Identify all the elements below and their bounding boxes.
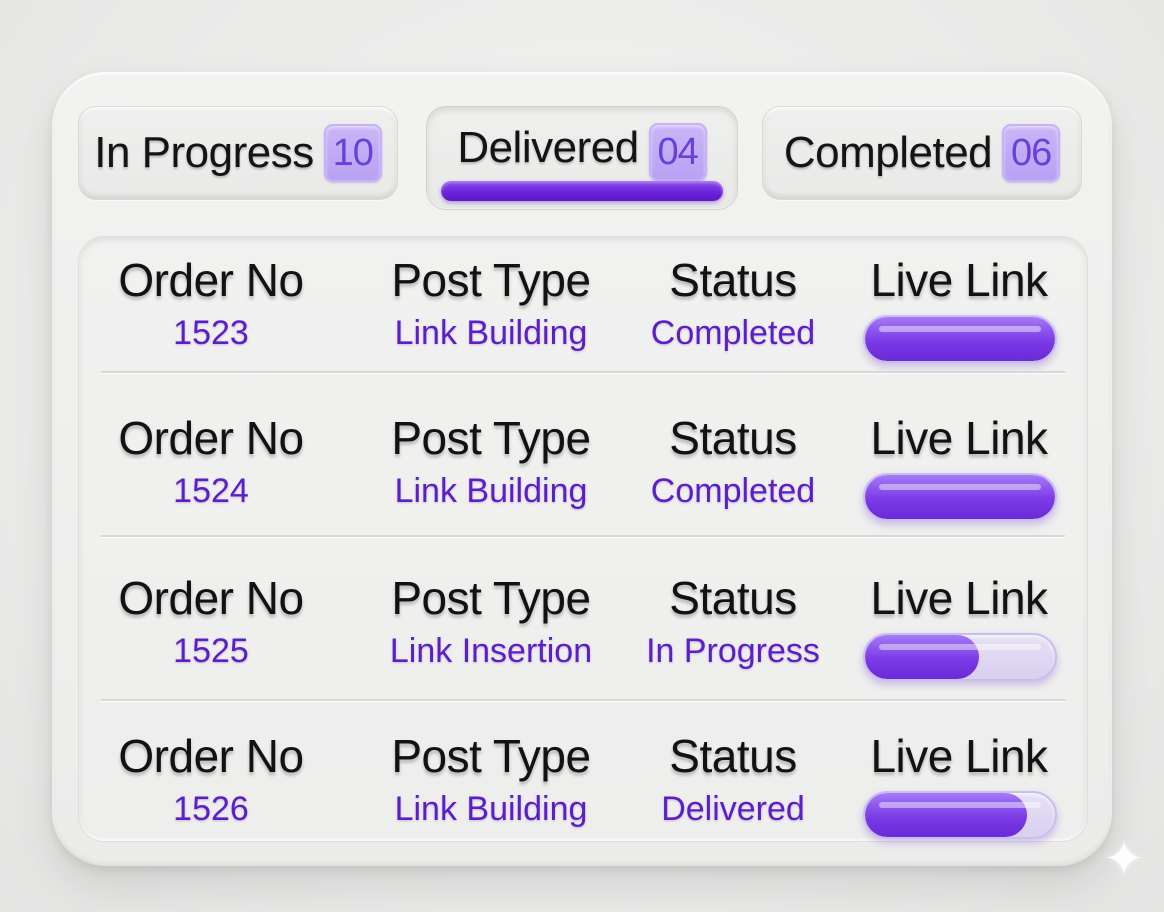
live-link-fill	[865, 317, 1055, 361]
tab-label: Completed	[783, 128, 993, 177]
live-link-cell: Live Link	[829, 249, 1089, 311]
column-header-status: Status	[669, 412, 797, 464]
column-header-order-no: Order No	[118, 730, 304, 782]
tab-label: Delivered	[457, 123, 639, 172]
column-header-order-no: Order No	[118, 254, 304, 306]
post-type-cell: Post Type Link Insertion	[361, 567, 621, 673]
post-type-value: Link Building	[394, 472, 588, 510]
post-type-cell: Post Type Link Building	[361, 407, 621, 513]
status-cell: Status Completed	[603, 249, 863, 355]
order-number: 1523	[173, 314, 249, 352]
column-header-post-type: Post Type	[391, 730, 591, 782]
column-header-post-type: Post Type	[391, 572, 591, 624]
row-divider	[101, 535, 1065, 537]
column-header-live-link: Live Link	[870, 254, 1048, 306]
post-type-value: Link Insertion	[389, 632, 593, 670]
post-type-value: Link Building	[394, 314, 588, 352]
live-link-cell: Live Link	[829, 725, 1089, 787]
post-type-value: Link Building	[394, 790, 588, 828]
post-type-cell: Post Type Link Building	[361, 725, 621, 831]
live-link-toggle[interactable]	[863, 633, 1057, 681]
row-divider	[101, 699, 1065, 701]
column-header-status: Status	[669, 254, 797, 306]
live-link-fill	[865, 475, 1055, 519]
live-link-cell: Live Link	[829, 407, 1089, 469]
status-value: Completed	[650, 314, 816, 352]
active-tab-indicator	[441, 181, 723, 201]
order-number: 1524	[173, 472, 249, 510]
live-link-toggle[interactable]	[863, 473, 1057, 521]
order-number: 1525	[173, 632, 249, 670]
status-cell: Status In Progress	[603, 567, 863, 673]
tab-completed[interactable]: Completed 06	[762, 106, 1082, 200]
live-link-shine	[879, 802, 1041, 808]
table-row: Order No 1523 Post Type Link Building St…	[79, 237, 1087, 387]
tab-in-progress[interactable]: In Progress 10	[78, 106, 398, 200]
tab-count-badge: 06	[1002, 124, 1061, 182]
tab-delivered[interactable]: Delivered 04	[426, 106, 738, 210]
order-no-cell: Order No 1525	[81, 567, 341, 673]
column-header-status: Status	[669, 730, 797, 782]
sparkle-icon: ✦	[1103, 833, 1145, 886]
status-value: In Progress	[646, 632, 820, 670]
column-header-order-no: Order No	[118, 572, 304, 624]
orders-panel: In Progress 10 Delivered 04 Completed 06…	[52, 72, 1112, 866]
post-type-cell: Post Type Link Building	[361, 249, 621, 355]
order-no-cell: Order No 1526	[81, 725, 341, 831]
tab-label: In Progress	[94, 128, 314, 177]
live-link-fill	[865, 635, 979, 679]
live-link-shine	[879, 644, 1041, 650]
live-link-toggle[interactable]	[863, 791, 1057, 839]
order-no-cell: Order No 1524	[81, 407, 341, 513]
live-link-shine	[879, 326, 1041, 332]
live-link-cell: Live Link	[829, 567, 1089, 629]
status-value: Delivered	[661, 790, 805, 828]
live-link-shine	[879, 484, 1041, 490]
table-row: Order No 1524 Post Type Link Building St…	[79, 395, 1087, 545]
tab-count-badge: 10	[323, 124, 382, 182]
status-cell: Status Completed	[603, 407, 863, 513]
table-row: Order No 1526 Post Type Link Building St…	[79, 713, 1087, 863]
status-cell: Status Delivered	[603, 725, 863, 831]
column-header-post-type: Post Type	[391, 254, 591, 306]
table-row: Order No 1525 Post Type Link Insertion S…	[79, 555, 1087, 705]
orders-table: Order No 1523 Post Type Link Building St…	[78, 236, 1088, 842]
status-value: Completed	[650, 472, 816, 510]
column-header-live-link: Live Link	[870, 412, 1048, 464]
column-header-status: Status	[669, 572, 797, 624]
column-header-live-link: Live Link	[870, 730, 1048, 782]
column-header-post-type: Post Type	[391, 412, 591, 464]
live-link-toggle[interactable]	[863, 315, 1057, 363]
row-divider	[101, 371, 1065, 373]
tab-count-badge: 04	[648, 123, 707, 181]
live-link-fill	[865, 793, 1027, 837]
order-no-cell: Order No 1523	[81, 249, 341, 355]
column-header-live-link: Live Link	[870, 572, 1048, 624]
order-number: 1526	[173, 790, 249, 828]
column-header-order-no: Order No	[118, 412, 304, 464]
